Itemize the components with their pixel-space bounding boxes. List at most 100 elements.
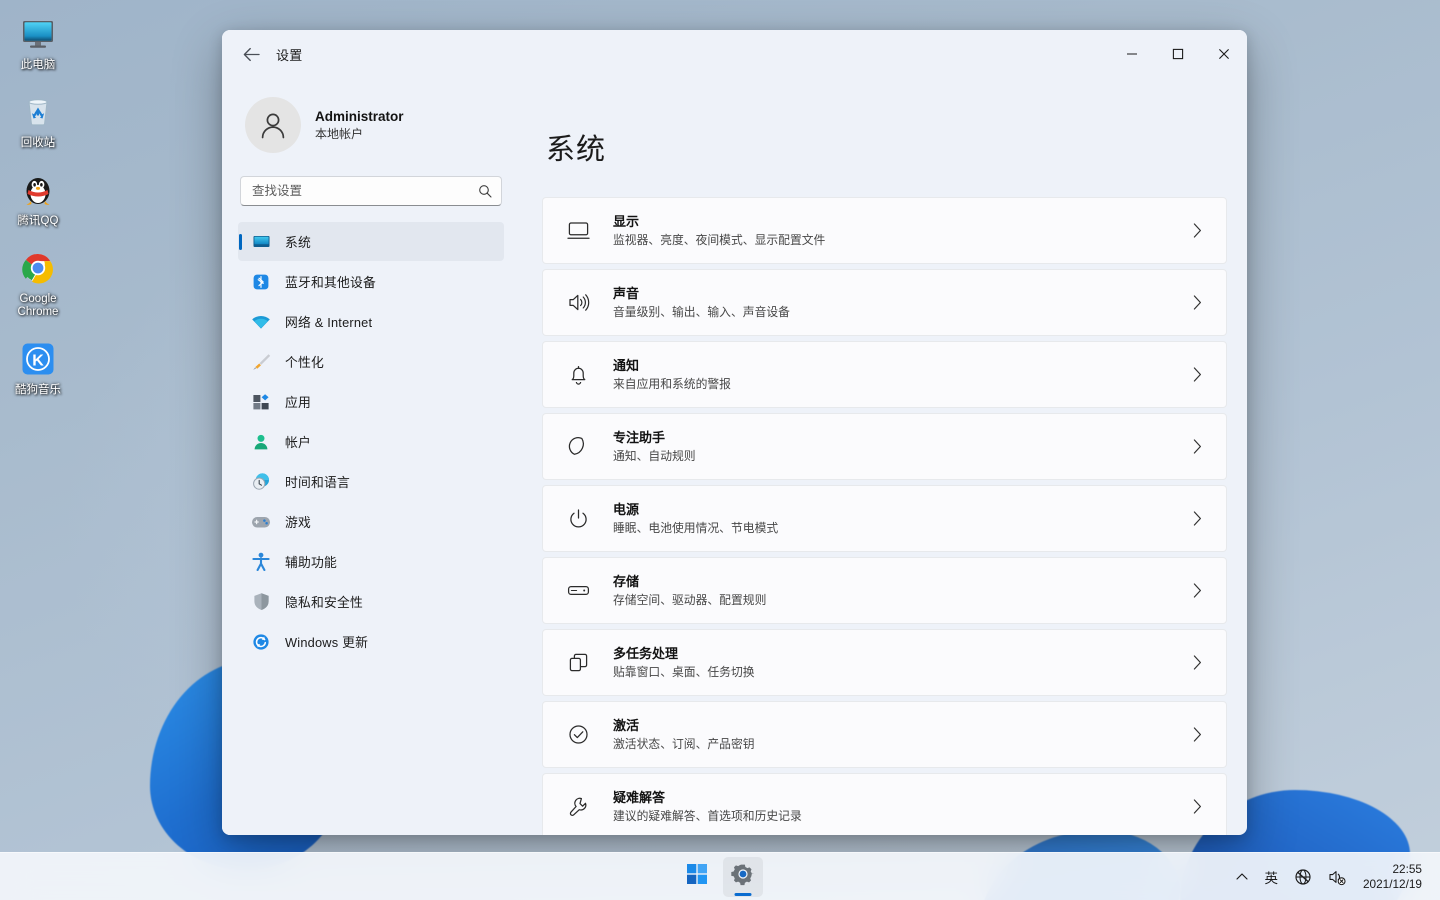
chrome-icon (16, 246, 60, 290)
taskbar-system-tray: 英 22:55 2021/12/19 (1229, 853, 1432, 900)
chevron-right-icon (1186, 655, 1208, 670)
card-title: 激活 (613, 718, 640, 733)
card-title: 通知 (613, 358, 640, 373)
window-controls (1109, 30, 1247, 78)
chevron-up-icon (1236, 873, 1249, 880)
sidebar-item-label: 蓝牙和其他设备 (285, 275, 376, 290)
desktop-icon-chrome[interactable]: Google Chrome (0, 242, 76, 321)
card-subtitle: 监视器、亮度、夜间模式、显示配置文件 (613, 233, 826, 247)
sidebar-item-windows-update[interactable]: Windows 更新 (238, 622, 504, 661)
card-text: 疑难解答 建议的疑难解答、首选项和历史记录 (613, 789, 1186, 824)
card-title: 专注助手 (613, 430, 666, 445)
desktop-icon-qq[interactable]: 腾讯QQ (0, 164, 76, 230)
chevron-right-icon (1186, 727, 1208, 742)
desktop-icon-kugou-music[interactable]: K 酷狗音乐 (0, 333, 76, 399)
settings-card-activation[interactable]: 激活 激活状态、订阅、产品密钥 (542, 701, 1227, 768)
sidebar-item-label: 系统 (285, 235, 311, 250)
close-button[interactable] (1201, 30, 1247, 78)
account-section[interactable]: Administrator 本地帐户 (238, 78, 504, 164)
wifi-icon (250, 311, 272, 333)
desktop-icon-list: 此电脑 回收站 腾讯QQ Google Chrome K 酷狗音乐 (0, 8, 76, 399)
chevron-right-icon (1186, 367, 1208, 382)
qq-penguin-icon (16, 168, 60, 212)
settings-card-power[interactable]: 电源 睡眠、电池使用情况、节电模式 (542, 485, 1227, 552)
sidebar-nav-list: 系统 蓝牙和其他设备 网络 & Internet 个性化 应用 帐户 时间和语言… (238, 222, 504, 661)
settings-card-storage[interactable]: 存储 存储空间、驱动器、配置规则 (542, 557, 1227, 624)
clock-language-icon (250, 471, 272, 493)
sidebar-item-privacy-security[interactable]: 隐私和安全性 (238, 582, 504, 621)
close-icon (1219, 49, 1229, 59)
minimize-button[interactable] (1109, 30, 1155, 78)
card-subtitle: 睡眠、电池使用情况、节电模式 (613, 521, 779, 535)
chevron-right-icon (1186, 511, 1208, 526)
sidebar-item-accounts[interactable]: 帐户 (238, 422, 504, 461)
card-text: 激活 激活状态、订阅、产品密钥 (613, 717, 1186, 752)
search-icon (479, 185, 492, 198)
desktop-icon-recycle-bin[interactable]: 回收站 (0, 86, 76, 152)
gear-icon (731, 862, 755, 891)
sidebar-item-personalization[interactable]: 个性化 (238, 342, 504, 381)
desktop-icon-label: Google Chrome (17, 293, 59, 318)
chevron-right-icon (1186, 583, 1208, 598)
sidebar-item-system[interactable]: 系统 (238, 222, 504, 261)
back-button[interactable] (234, 39, 268, 69)
sidebar-item-gaming[interactable]: 游戏 (238, 502, 504, 541)
chevron-right-icon (1186, 439, 1208, 454)
card-title: 电源 (613, 502, 640, 517)
card-subtitle: 存储空间、驱动器、配置规则 (613, 593, 767, 607)
settings-card-focus-assist[interactable]: 专注助手 通知、自动规则 (542, 413, 1227, 480)
desktop-icon-this-pc[interactable]: 此电脑 (0, 8, 76, 74)
card-text: 多任务处理 贴靠窗口、桌面、任务切换 (613, 645, 1186, 680)
card-subtitle: 通知、自动规则 (613, 449, 696, 463)
ime-indicator[interactable]: 英 (1257, 859, 1285, 895)
account-name: Administrator (315, 109, 404, 124)
taskbar: 英 22:55 2021/12/19 (0, 852, 1440, 900)
sidebar-item-apps[interactable]: 应用 (238, 382, 504, 421)
network-button[interactable] (1287, 859, 1319, 895)
settings-card-sound[interactable]: 声音 音量级别、输出、输入、声音设备 (542, 269, 1227, 336)
settings-card-troubleshoot[interactable]: 疑难解答 建议的疑难解答、首选项和历史记录 (542, 773, 1227, 835)
sidebar-item-label: 帐户 (285, 435, 311, 450)
start-button[interactable] (677, 857, 717, 897)
sidebar-item-accessibility[interactable]: 辅助功能 (238, 542, 504, 581)
sidebar-item-network[interactable]: 网络 & Internet (238, 302, 504, 341)
search-box[interactable] (240, 176, 502, 206)
search-input[interactable] (252, 184, 478, 198)
windows-logo-icon (686, 863, 708, 890)
card-title: 多任务处理 (613, 646, 679, 661)
tray-expand-button[interactable] (1229, 859, 1255, 895)
sidebar-item-bluetooth[interactable]: 蓝牙和其他设备 (238, 262, 504, 301)
gamepad-icon (250, 511, 272, 533)
settings-card-multitasking[interactable]: 多任务处理 贴靠窗口、桌面、任务切换 (542, 629, 1227, 696)
settings-card-list: 显示 监视器、亮度、夜间模式、显示配置文件 声音 音量级别、输出、输入、声音设备… (542, 197, 1227, 835)
maximize-button[interactable] (1155, 30, 1201, 78)
card-subtitle: 来自应用和系统的警报 (613, 377, 731, 391)
chevron-right-icon (1186, 799, 1208, 814)
network-disconnected-icon (1295, 868, 1311, 885)
desktop-icon-label: 酷狗音乐 (15, 384, 61, 396)
accessibility-icon (250, 551, 272, 573)
sidebar-item-label: Windows 更新 (285, 635, 369, 650)
display-monitor-icon (563, 220, 593, 241)
storage-drive-icon (563, 583, 593, 598)
taskbar-clock[interactable]: 22:55 2021/12/19 (1355, 859, 1432, 895)
back-arrow-icon (243, 47, 260, 61)
sidebar-item-label: 隐私和安全性 (285, 595, 363, 610)
card-text: 显示 监视器、亮度、夜间模式、显示配置文件 (613, 213, 1186, 248)
window-titlebar: 设置 (222, 30, 1247, 78)
sidebar-item-label: 网络 & Internet (285, 315, 373, 330)
desktop-icon-label: 回收站 (20, 137, 56, 149)
account-text: Administrator 本地帐户 (315, 108, 404, 142)
card-text: 电源 睡眠、电池使用情况、节电模式 (613, 501, 1186, 536)
kugou-music-icon: K (16, 337, 60, 381)
card-title: 存储 (613, 574, 640, 589)
window-body: Administrator 本地帐户 查找设置 系统 蓝牙和其他设备 网络 & … (222, 78, 1247, 835)
sidebar-item-time-language[interactable]: 时间和语言 (238, 462, 504, 501)
volume-button[interactable] (1321, 859, 1353, 895)
settings-card-notifications[interactable]: 通知 来自应用和系统的警报 (542, 341, 1227, 408)
settings-card-display[interactable]: 显示 监视器、亮度、夜间模式、显示配置文件 (542, 197, 1227, 264)
account-icon (250, 431, 272, 453)
taskbar-settings-button[interactable] (723, 856, 763, 897)
card-text: 专注助手 通知、自动规则 (613, 429, 1186, 464)
svg-text:K: K (32, 353, 44, 370)
